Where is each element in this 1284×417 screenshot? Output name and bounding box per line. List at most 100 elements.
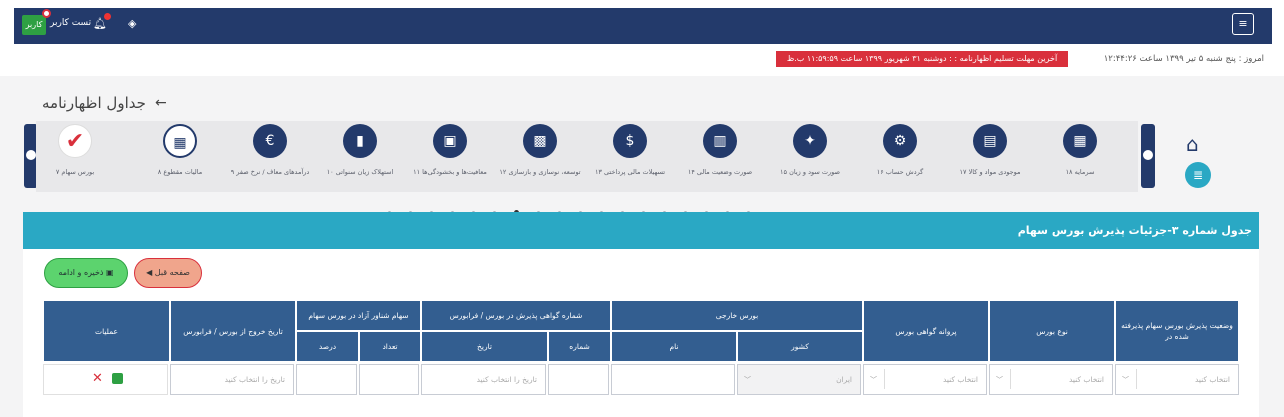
step-label: ۱۷ موجودی مواد و کالا (959, 168, 1021, 176)
step-label: ۷ بورس سهام (55, 168, 95, 176)
status-select-value: انتخاب کنید (1194, 375, 1230, 384)
select-divider (884, 369, 885, 389)
chevron-down-icon: ﹀ (1122, 375, 1129, 384)
percent-input[interactable] (296, 364, 357, 395)
chevron-down-icon: ﹀ (996, 375, 1003, 384)
network-icon: ✦ (793, 124, 827, 158)
actions-cell (43, 364, 168, 395)
header-country: کشور (737, 331, 863, 362)
menu-icon[interactable]: ≡ (1232, 13, 1254, 35)
info-bar (0, 44, 1284, 76)
cube-icon[interactable]: ◈ (128, 17, 136, 30)
chevron-right-icon (1143, 150, 1153, 160)
logout-icon[interactable] (42, 9, 51, 18)
step-item[interactable]: ▩ ۱۲ توسعه، نوسازی و بازسازی (496, 121, 584, 192)
step-item[interactable]: ▤ ۱۷ موجودی مواد و کالا (946, 121, 1034, 192)
chevron-down-icon: ﹀ (744, 375, 751, 384)
carousel-dots (388, 202, 808, 215)
boxes-icon: ▤ (973, 124, 1007, 158)
step-item[interactable]: ▦ ۱۸ سرمایه (1036, 121, 1124, 192)
card-icon: ▣ (433, 124, 467, 158)
step-item[interactable]: ▥ ۱۴ صورت وضعیت مالی (676, 121, 764, 192)
panel-title: جدول شماره ۳-جزئیات پذیرش بورس سهام (1017, 224, 1252, 237)
step-label: ۱۶ گردش حساب (876, 168, 924, 176)
calculator-icon: ▥ (703, 124, 737, 158)
step-label: ۱۳ تسهیلات مالی پرداختی (594, 168, 666, 176)
step-item-active[interactable]: ✔ ۷ بورس سهام (31, 121, 119, 192)
checkmark-icon: ✔ (58, 124, 92, 158)
money-icon: $ (613, 124, 647, 158)
steps-carousel: ▦ ۱۸ سرمایه ▤ ۱۷ موجودی مواد و کالا ⚙ ۱۶ گر… (36, 121, 1138, 192)
header-float: سهام شناور آزاد در بورس سهام (296, 300, 421, 331)
page-title: جداول اظهارنامه (42, 94, 146, 112)
date-input-placeholder: تاریخ را انتخاب کنید (476, 375, 537, 384)
select-divider (1010, 369, 1011, 389)
step-label: ۱۸ سرمایه (1065, 168, 1095, 176)
exit-date-input[interactable]: تاریخ را انتخاب کنید (170, 364, 294, 395)
country-select-value: ایران (836, 375, 852, 384)
name-input[interactable] (611, 364, 735, 395)
arrow-left-icon: ◀ (146, 268, 155, 277)
step-item[interactable]: ▦ ۸ مالیات مقطوع (136, 121, 224, 192)
user-button[interactable]: کاربر (22, 15, 46, 35)
back-arrow-icon[interactable]: ← (155, 95, 167, 111)
save-row-icon[interactable] (112, 373, 123, 384)
step-item[interactable]: ✦ ۱۵ صورت سود و زیان (766, 121, 854, 192)
date-input[interactable]: تاریخ را انتخاب کنید (421, 364, 546, 395)
previous-page-button[interactable]: ◀ صفحه قبل (134, 258, 202, 288)
header-type: نوع بورس (989, 300, 1115, 362)
count-input[interactable] (359, 364, 419, 395)
step-item[interactable]: $۱۳ تسهیلات مالی پرداختی (586, 121, 674, 192)
today-text: امروز : پنج شنبه ۵ تیر ۱۳۹۹ ساعت ۱۲:۴۴:۲… (1103, 54, 1264, 64)
header-permit: پروانه گواهی بورس (863, 300, 989, 362)
step-item[interactable]: ⚙ ۱۶ گردش حساب (856, 121, 944, 192)
header-count: تعداد (359, 331, 421, 362)
step-label: ۱۵ صورت سود و زیان (780, 168, 840, 176)
header-number: شماره (548, 331, 611, 362)
header-actions: عملیات (43, 300, 170, 362)
delete-row-icon[interactable]: ✕ (92, 371, 103, 386)
header-name: نام (611, 331, 737, 362)
permit-select-value: انتخاب کنید (942, 375, 978, 384)
type-select-value: انتخاب کنید (1068, 375, 1104, 384)
save-continue-label: ذخیره و ادامه (58, 268, 104, 277)
step-label: ۱۰ استهلاک زیان سنواتی (326, 168, 394, 176)
number-input[interactable] (548, 364, 609, 395)
step-label: ۱۲ توسعه، نوسازی و بازسازی (499, 168, 581, 176)
user-name: تست کاربر (50, 18, 92, 28)
exit-date-placeholder: تاریخ را انتخاب کنید (224, 375, 285, 384)
permit-select[interactable]: ﹀ انتخاب کنید (863, 364, 987, 395)
step-label: ۸ مالیات مقطوع (157, 168, 203, 176)
header-foreign: بورس خارجی (611, 300, 863, 331)
header-date: تاریخ (421, 331, 548, 362)
document-icon: ▦ (163, 124, 197, 158)
factory-icon: ▩ (523, 124, 557, 158)
step-label: ۱۴ صورت وضعیت مالی (687, 168, 753, 176)
list-icon[interactable]: ≣ (1185, 162, 1211, 188)
header-status: وضعیت پذیرش بورس سهام پذیرفته شده در (1115, 300, 1239, 362)
header-exit-date: تاریخ خروج از بورس / فرابورس (170, 300, 296, 362)
chevron-down-icon: ﹀ (870, 375, 877, 384)
status-select[interactable]: ﹀ انتخاب کنید (1115, 364, 1239, 395)
floppy-icon: ▣ (103, 268, 114, 277)
header-cert: شماره گواهی پذیرش در بورس / فرابورس (421, 300, 611, 331)
save-continue-button[interactable]: ذخیره و ادامه ▣ (44, 258, 128, 288)
step-label: ۱۱ معافیت‌ها و بخشودگی‌ها (413, 168, 487, 176)
notification-badge (104, 13, 111, 20)
loss-chart-icon: ▮ (343, 124, 377, 158)
header-percent: درصد (296, 331, 359, 362)
navbar (14, 8, 1272, 44)
step-item[interactable]: ▣ ۱۱ معافیت‌ها و بخشودگی‌ها (406, 121, 494, 192)
home-icon[interactable]: ⌂ (1186, 132, 1199, 156)
coins-icon: € (253, 124, 287, 158)
carousel-next-button[interactable] (1141, 124, 1155, 188)
step-item[interactable]: ▮ ۱۰ استهلاک زیان سنواتی (316, 121, 404, 192)
type-select[interactable]: ﹀ انتخاب کنید (989, 364, 1113, 395)
step-label: ۹ درآمدهای معاف / نرخ صفر (230, 168, 310, 176)
select-divider (1136, 369, 1137, 389)
chart-icon: ▦ (1063, 124, 1097, 158)
deadline-banner: آخرین مهلت تسلیم اظهارنامه : : دوشنبه ۳۱… (776, 51, 1068, 67)
previous-page-label: صفحه قبل (154, 268, 190, 277)
country-select[interactable]: ﹀ ایران (737, 364, 861, 395)
step-item[interactable]: €۹ درآمدهای معاف / نرخ صفر (226, 121, 314, 192)
